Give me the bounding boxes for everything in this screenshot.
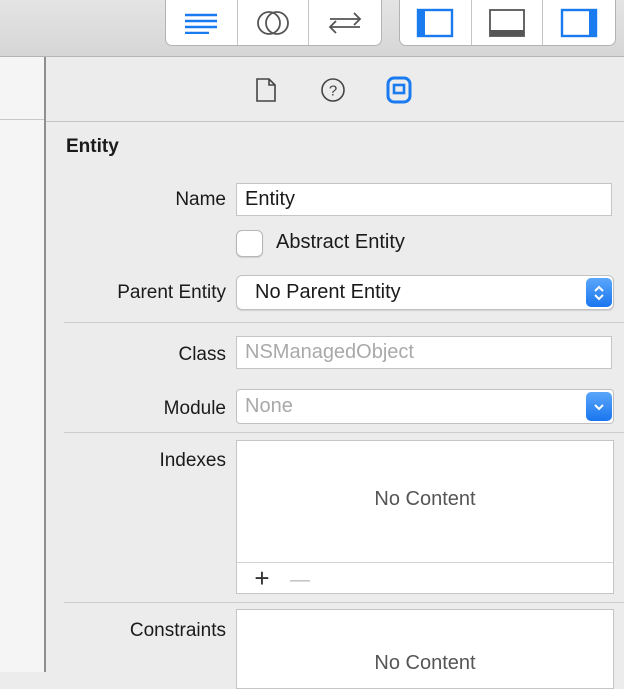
module-popup[interactable]: None	[236, 389, 614, 424]
debug-area-toggle-button[interactable]	[470, 0, 543, 45]
assistant-editor-icon	[257, 10, 289, 35]
editor-divider-line	[0, 119, 44, 120]
up-down-chevron-icon	[594, 285, 604, 300]
debug-area-toggle-icon	[489, 8, 525, 37]
indexes-table-footer: + —	[237, 562, 613, 593]
constraints-table[interactable]: No Content	[236, 609, 614, 689]
editor-area-edge	[0, 57, 44, 672]
version-editor-button[interactable]	[308, 0, 381, 45]
separator	[64, 602, 624, 603]
section-title: Entity	[66, 136, 119, 157]
data-model-inspector-tab[interactable]	[384, 75, 414, 105]
abstract-entity-checkbox[interactable]	[236, 230, 263, 257]
file-inspector-tab[interactable]	[251, 75, 281, 105]
class-label: Class	[178, 344, 226, 365]
indexes-label: Indexes	[159, 450, 226, 471]
indexes-empty-text: No Content	[374, 488, 476, 510]
separator	[64, 322, 624, 323]
add-index-button[interactable]: +	[251, 565, 273, 591]
standard-editor-icon	[185, 13, 218, 34]
data-model-inspector-icon	[386, 76, 412, 104]
assistant-editor-button[interactable]	[236, 0, 309, 45]
class-field[interactable]: NSManagedObject	[236, 336, 612, 369]
window-toolbar	[0, 0, 624, 57]
constraints-label: Constraints	[129, 620, 226, 641]
svg-text:?: ?	[329, 83, 337, 100]
navigator-toggle-button[interactable]	[400, 0, 471, 45]
chevron-down-icon	[594, 403, 604, 410]
navigator-toggle-icon	[417, 8, 454, 37]
name-field[interactable]: Entity	[236, 183, 612, 216]
module-value: None	[245, 395, 293, 417]
parent-entity-popup[interactable]: No Parent Entity	[236, 275, 614, 310]
separator	[64, 432, 624, 433]
name-label: Name	[175, 189, 226, 210]
view-toggle-control	[399, 0, 616, 46]
module-label: Module	[163, 398, 226, 419]
quick-help-tab[interactable]: ?	[318, 75, 348, 105]
standard-editor-button[interactable]	[166, 0, 237, 45]
entity-inspector: Entity Name Entity Abstract Entity Paren…	[46, 122, 624, 689]
editor-mode-control	[165, 0, 382, 46]
inspector-selector-bar: ?	[46, 57, 624, 122]
popup-dropdown	[586, 392, 612, 421]
version-editor-icon	[328, 11, 362, 34]
parent-entity-label: Parent Entity	[117, 282, 226, 303]
utilities-toggle-button[interactable]	[542, 0, 615, 45]
remove-index-button[interactable]: —	[289, 567, 311, 593]
popup-stepper	[586, 278, 612, 307]
indexes-table[interactable]: No Content + —	[236, 440, 614, 594]
utilities-toggle-icon	[560, 8, 598, 37]
parent-entity-value: No Parent Entity	[255, 281, 401, 303]
file-inspector-icon	[256, 78, 276, 102]
quick-help-icon: ?	[321, 78, 345, 102]
abstract-entity-label[interactable]: Abstract Entity	[276, 231, 405, 254]
